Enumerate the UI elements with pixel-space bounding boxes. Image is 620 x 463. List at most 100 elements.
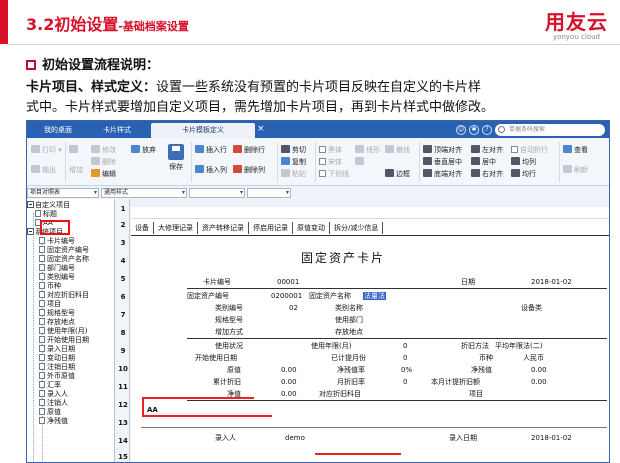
abandon-button[interactable]: 放弃 <box>131 144 156 156</box>
insert-row-button[interactable]: 插入行 <box>195 144 227 156</box>
tab-card-template[interactable]: 卡片模板定义 <box>151 123 255 138</box>
tree-leaf[interactable]: 对应折旧科目 <box>39 291 89 300</box>
color-button[interactable] <box>355 156 366 168</box>
card-tab[interactable]: 停启用记录 <box>249 222 293 234</box>
gear-icon[interactable]: ✱ <box>469 124 479 135</box>
tree-leaf[interactable]: 类别编号 <box>39 273 75 282</box>
smiley-icon[interactable]: ☺ <box>456 124 466 135</box>
size-dropdown[interactable]: ▾ <box>247 188 291 198</box>
close-tab-icon[interactable]: × <box>257 124 267 134</box>
tree-leaf[interactable]: 存放地点 <box>39 318 75 327</box>
collapse-icon <box>27 228 34 235</box>
align-top-button[interactable]: 顶端对齐 <box>423 144 462 156</box>
card-tab[interactable]: 设备 <box>131 222 154 234</box>
tree-leaf[interactable]: 注销人 <box>39 399 68 408</box>
tree-leaf[interactable]: 部门编号 <box>39 264 75 273</box>
tree-leaf[interactable]: 固定资产编号 <box>39 246 89 255</box>
paste-button[interactable]: 粘贴 <box>281 168 306 180</box>
tree-leaf[interactable]: 外币原值 <box>39 372 75 381</box>
tree-leaf[interactable]: 变动日期 <box>39 354 75 363</box>
format-bar: 项目对照表 ▾ 通用样式 ▾ ▾ ▾ <box>27 187 609 199</box>
header-divider <box>8 44 620 45</box>
tree-leaf[interactable]: 原值 <box>39 408 61 417</box>
delete-button[interactable]: 删除 <box>91 156 116 168</box>
align-center-button[interactable]: 居中 <box>471 156 496 168</box>
align-left-button[interactable]: 左对齐 <box>471 144 503 156</box>
currency-value: 人民币 <box>523 354 544 362</box>
equal-col-button[interactable]: 均列 <box>511 156 536 168</box>
cut-button[interactable]: 剪切 <box>281 144 306 156</box>
auto-wrap-button[interactable]: 自动折行 <box>511 144 548 156</box>
align-right-button[interactable]: 右对齐 <box>471 168 503 180</box>
edit-button[interactable]: 编辑 <box>91 168 116 180</box>
accrued-label: 已计提月份 <box>331 354 366 362</box>
tree-leaf[interactable]: 开始使用日期 <box>39 336 89 345</box>
header-accent-bar <box>0 0 8 44</box>
modify-button[interactable]: 修改 <box>91 144 116 156</box>
output-button[interactable]: 输出 <box>31 164 56 176</box>
line-shape-button[interactable]: 线形 <box>355 144 380 156</box>
font-bold-button[interactable]: 黑体 <box>319 144 342 156</box>
font-dropdown[interactable]: ▾ <box>189 188 245 198</box>
start-date-label: 开始使用日期 <box>195 354 237 362</box>
style-dropdown[interactable]: 通用样式 ▾ <box>101 188 187 198</box>
mon-dep-value: 0.00 <box>531 378 547 386</box>
document-icon <box>39 336 45 343</box>
item-label: 项目 <box>469 390 483 398</box>
delete-row-button[interactable]: 删除行 <box>233 144 265 156</box>
tree-leaf[interactable]: 固定资产名称 <box>39 255 89 264</box>
underline-button[interactable]: 下划线 <box>319 168 349 180</box>
salvage-rate-value: 0% <box>401 366 413 374</box>
document-icon <box>39 363 45 370</box>
tree-leaf[interactable]: 项目 <box>39 300 61 309</box>
tree-node-custom[interactable]: 自定义项目 <box>27 201 70 210</box>
tree-leaf[interactable]: 注销日期 <box>39 363 75 372</box>
tree-leaf[interactable]: 标题 <box>35 210 57 219</box>
remove-line-button[interactable]: 撤线 <box>385 144 410 156</box>
status-label: 使用状况 <box>215 342 243 350</box>
border-button[interactable]: 边框 <box>385 168 410 180</box>
card-tab[interactable]: 大修理记录 <box>154 222 198 234</box>
delete-icon <box>91 157 100 165</box>
export-icon <box>31 165 40 173</box>
document-icon <box>39 246 45 253</box>
row-number: 4 <box>120 257 126 265</box>
tree-leaf[interactable]: 净残值 <box>39 417 68 426</box>
copy-button[interactable]: 复制 <box>281 156 306 168</box>
search-input[interactable]: 单据条码搜索 <box>495 123 605 136</box>
tree-leaf[interactable]: 币种 <box>39 282 61 291</box>
tree-leaf[interactable]: 录入日期 <box>39 345 75 354</box>
dept-label: 使用部门 <box>335 316 363 324</box>
card-tab[interactable]: 资产转移记录 <box>198 222 249 234</box>
card-tab[interactable]: 拆分/减少信息 <box>330 222 384 234</box>
equal-row-button[interactable]: 均行 <box>511 168 536 180</box>
insert-col-button[interactable]: 插入列 <box>195 164 227 176</box>
add-button[interactable] <box>69 144 80 156</box>
delete-col-button[interactable]: 删除列 <box>233 164 265 176</box>
tree-leaf[interactable]: 录入人 <box>39 390 68 399</box>
acc-dep-label: 累计折旧 <box>213 378 241 386</box>
view-button[interactable]: 查看 <box>563 144 588 156</box>
class-no-value: 02 <box>289 304 298 312</box>
align-bottom-button[interactable]: 底端对齐 <box>423 168 462 180</box>
print-button[interactable]: 打印 ▾ <box>31 144 62 156</box>
tree-leaf[interactable]: 汇率 <box>39 381 61 390</box>
refresh-icon <box>563 165 572 173</box>
checkbox-icon <box>319 158 326 165</box>
card-tab[interactable]: 原值变动 <box>293 222 330 234</box>
tree-leaf[interactable]: 规格型号 <box>39 309 75 318</box>
range-dropdown[interactable]: 项目对照表 ▾ <box>27 188 99 198</box>
refresh-button[interactable]: 刷新 <box>563 164 588 176</box>
mon-rate-label: 月折旧率 <box>337 378 365 386</box>
delete-col-icon <box>233 165 242 173</box>
tree-leaf[interactable]: 使用年限(月) <box>39 327 87 336</box>
tab-my-desktop[interactable]: 我的桌面 <box>33 123 83 138</box>
toolbar-separator <box>277 142 278 182</box>
tree-leaf[interactable]: 卡片编号 <box>39 237 75 246</box>
tab-card-style[interactable]: 卡片样式 <box>89 123 145 138</box>
align-vcenter-button[interactable]: 垂直居中 <box>423 156 462 168</box>
help-icon[interactable]: ? <box>482 124 492 135</box>
bullet-square-icon <box>26 60 36 70</box>
font-song-button[interactable]: 宋体 <box>319 156 342 168</box>
save-button[interactable]: 保存 <box>165 144 187 172</box>
